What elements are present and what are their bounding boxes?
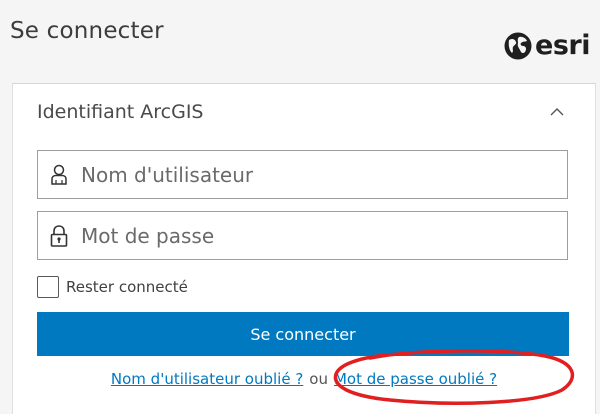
- brand-name: esri: [535, 30, 590, 61]
- lock-icon: [50, 224, 68, 247]
- chevron-up-icon[interactable]: [549, 104, 565, 120]
- username-input[interactable]: [81, 162, 551, 187]
- remember-label[interactable]: Rester connecté: [66, 278, 188, 296]
- password-field[interactable]: [37, 211, 568, 260]
- forgot-username-link[interactable]: Nom d'utilisateur oublié ?: [111, 370, 303, 388]
- links-separator: ou: [309, 370, 328, 388]
- globe-icon: [504, 32, 532, 59]
- section-title: Identifiant ArcGIS: [37, 101, 204, 123]
- username-field[interactable]: [37, 150, 568, 199]
- esri-logo: esri: [503, 30, 590, 61]
- page-title: Se connecter: [10, 18, 164, 44]
- remember-checkbox[interactable]: [37, 276, 59, 298]
- sign-in-button[interactable]: Se connecter: [37, 312, 569, 356]
- sign-in-card: Identifiant ArcGIS Rester connecté Se co…: [12, 83, 596, 414]
- recovery-links: Nom d'utilisateur oublié ? ou Mot de passe…: [13, 370, 595, 388]
- password-input[interactable]: [81, 223, 551, 248]
- user-icon: [51, 164, 67, 185]
- forgot-password-link[interactable]: Mot de passe oublié ?: [334, 370, 497, 388]
- remember-me[interactable]: Rester connecté: [37, 276, 188, 298]
